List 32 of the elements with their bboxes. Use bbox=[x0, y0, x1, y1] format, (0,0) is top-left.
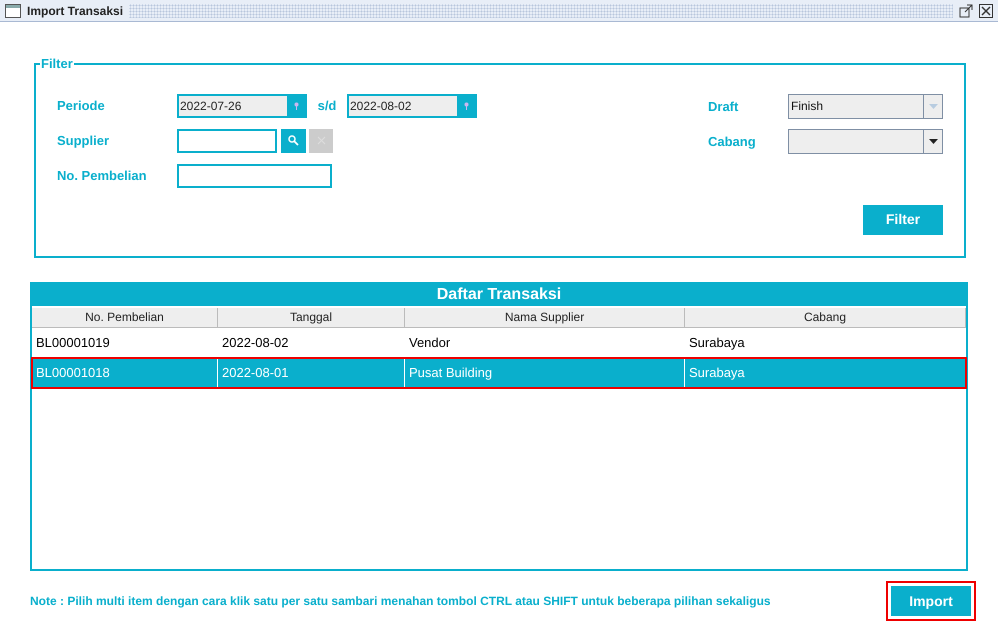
table-cell-text: BL00001019 bbox=[35, 334, 111, 352]
field-label: Draft bbox=[708, 98, 740, 116]
dropdown[interactable] bbox=[788, 129, 943, 154]
date-field[interactable]: 2022-07-26 bbox=[177, 94, 307, 118]
caret-icon bbox=[928, 104, 938, 109]
note-text: Note : Pilih multi item dengan cara klik satu per satu sambari menahan tombol CTRL atau SHIFT untuk beberapa pilihan sekaligus bbox=[30, 593, 771, 610]
table-cell-text: Vendor bbox=[408, 334, 452, 352]
range-separator: s/d bbox=[316, 96, 338, 115]
table-cell: BL00001018 bbox=[32, 358, 218, 388]
table-cell: Pusat Building bbox=[405, 358, 685, 388]
table-title: Daftar Transaksi bbox=[32, 284, 966, 306]
clear-button[interactable] bbox=[309, 128, 333, 152]
window-title: Import Transaksi bbox=[27, 2, 124, 20]
field-label: Supplier bbox=[57, 132, 110, 150]
table-cell: 2022-08-01 bbox=[218, 358, 405, 388]
table-cell-text: 2022-08-02 bbox=[221, 334, 290, 352]
purchase-number-field[interactable] bbox=[177, 164, 332, 188]
supplier-field[interactable] bbox=[177, 128, 277, 152]
search-button[interactable] bbox=[281, 128, 306, 152]
date-field[interactable]: 2022-08-02 bbox=[347, 94, 477, 118]
filter-legend: Filter bbox=[40, 54, 74, 74]
field-label: No. Pembelian bbox=[57, 166, 148, 185]
search-icon bbox=[288, 135, 299, 146]
field-label: Periode bbox=[57, 96, 106, 115]
caret-icon bbox=[928, 139, 938, 144]
close-icon[interactable] bbox=[979, 4, 993, 18]
table-cell: Surabaya bbox=[685, 358, 966, 388]
window-icon bbox=[5, 4, 21, 18]
title-bar-grip[interactable] bbox=[129, 4, 953, 18]
restore-icon[interactable] bbox=[959, 4, 973, 18]
table-cell-text: Surabaya bbox=[688, 334, 746, 352]
field-label: Cabang bbox=[708, 132, 757, 151]
